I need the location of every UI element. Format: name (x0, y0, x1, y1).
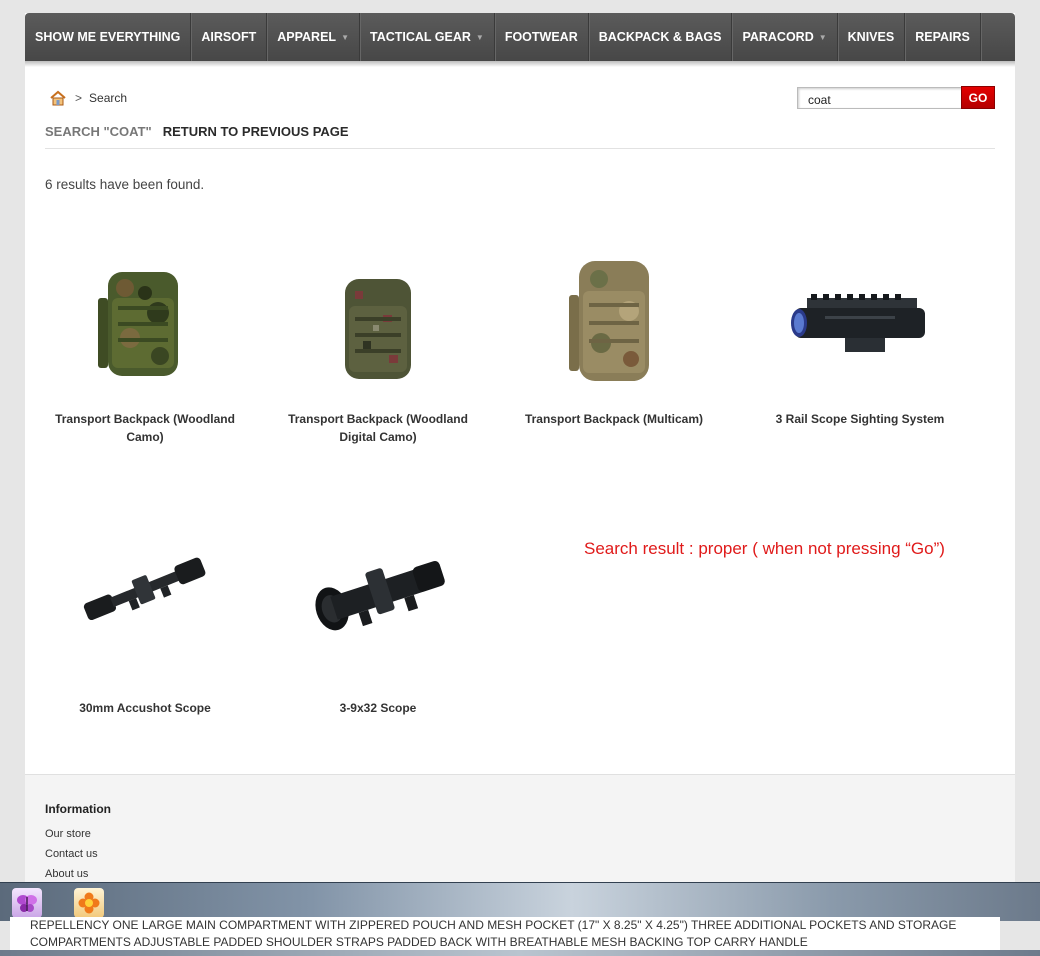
product-name[interactable]: 30mm Accushot Scope (45, 699, 245, 717)
taskbar (0, 882, 1040, 921)
dropdown-caret-icon: ▼ (818, 32, 827, 42)
footer-link-our-store[interactable]: Our store (45, 828, 91, 840)
footer-link-contact-us[interactable]: Contact us (45, 848, 98, 860)
nav-label: TACTICAL GEAR (369, 30, 471, 44)
product-name[interactable]: Transport Backpack (Woodland Digital Cam… (278, 410, 478, 446)
nav-label: AIRSOFT (201, 30, 257, 44)
search-input[interactable] (797, 87, 962, 109)
butterfly-app-icon[interactable] (12, 888, 42, 918)
product-name[interactable]: 3-9x32 Scope (278, 699, 478, 717)
description-line: REPELLENCY ONE LARGE MAIN COMPARTMENT WI… (30, 918, 957, 932)
nav-label: APPAREL (277, 30, 337, 44)
backpack-digital-camo-image[interactable] (333, 271, 423, 386)
heading-divider (45, 148, 995, 149)
rifle-scope-image[interactable] (75, 548, 215, 628)
page-heading: SEARCH "COAT" RETURN TO PREVIOUS PAGE (45, 124, 349, 139)
nav-label: BACKPACK & BAGS (598, 30, 722, 44)
footer-title: Information (45, 802, 111, 816)
nav-label: SHOW ME EVERYTHING (35, 30, 181, 44)
nav-label: KNIVES (847, 30, 895, 44)
search-form: GO (797, 86, 995, 109)
product-card[interactable]: 30mm Accushot Scope (45, 533, 245, 738)
home-icon[interactable] (49, 90, 67, 106)
product-card[interactable]: Transport Backpack (Woodland Camo) (45, 243, 245, 468)
nav-label: PARACORD (742, 30, 814, 44)
dropdown-caret-icon: ▼ (341, 32, 349, 42)
product-name[interactable]: Transport Backpack (Multicam) (514, 410, 714, 428)
product-name[interactable]: Transport Backpack (Woodland Camo) (45, 410, 245, 446)
breadcrumb-separator: > (75, 91, 83, 105)
breadcrumb: > Search (49, 90, 127, 106)
product-description-overlay: REPELLENCY ONE LARGE MAIN COMPARTMENT WI… (10, 917, 1000, 950)
nav-label: FOOTWEAR (504, 30, 578, 44)
search-query-title: SEARCH "COAT" (45, 124, 152, 139)
backpack-woodland-image[interactable] (90, 258, 200, 388)
flower-app-icon[interactable] (74, 888, 104, 918)
product-card[interactable]: Transport Backpack (Woodland Digital Cam… (278, 243, 478, 468)
annotation-note: Search result : proper ( when not pressi… (584, 539, 945, 558)
nav-item-tactical-gear[interactable]: TACTICAL GEAR ▼ (360, 13, 495, 61)
nav-item-show-me-everything[interactable]: SHOW ME EVERYTHING (25, 13, 192, 61)
description-line: COMPARTMENTS ADJUSTABLE PADDED SHOULDER … (30, 935, 808, 949)
search-go-button[interactable]: GO (961, 86, 995, 109)
nav-item-footwear[interactable]: FOOTWEAR (495, 13, 589, 61)
product-card[interactable]: 3-9x32 Scope (278, 533, 478, 738)
main-navigation: SHOW ME EVERYTHING AIRSOFT APPAREL ▼ TACT… (25, 13, 1015, 67)
product-name[interactable]: 3 Rail Scope Sighting System (760, 410, 960, 428)
rail-scope-image[interactable] (785, 288, 935, 363)
nav-item-apparel[interactable]: APPAREL ▼ (267, 13, 360, 61)
footer: Information Our store Contact us About u… (25, 774, 1015, 883)
nav-item-repairs[interactable]: REPAIRS (905, 13, 981, 61)
compact-scope-image[interactable] (308, 543, 453, 633)
product-card[interactable]: Transport Backpack (Multicam) (514, 243, 714, 468)
nav-label: REPAIRS (915, 30, 970, 44)
nav-item-backpack-bags[interactable]: BACKPACK & BAGS (589, 13, 733, 61)
nav-item-knives[interactable]: KNIVES (838, 13, 906, 61)
footer-link-about-us[interactable]: About us (45, 868, 88, 880)
dropdown-caret-icon: ▼ (475, 32, 484, 42)
bottom-taskbar-strip (0, 950, 1040, 956)
nav-shadow (25, 61, 1015, 67)
results-count: 6 results have been found. (45, 177, 205, 192)
breadcrumb-current: Search (89, 91, 128, 105)
page-container: SHOW ME EVERYTHING AIRSOFT APPAREL ▼ TACT… (25, 13, 1015, 883)
nav-item-paracord[interactable]: PARACORD ▼ (732, 13, 838, 61)
product-card[interactable]: 3 Rail Scope Sighting System (760, 243, 960, 468)
backpack-multicam-image[interactable] (559, 251, 669, 391)
nav-item-airsoft[interactable]: AIRSOFT (191, 13, 268, 61)
return-previous-link[interactable]: RETURN TO PREVIOUS PAGE (163, 124, 349, 139)
